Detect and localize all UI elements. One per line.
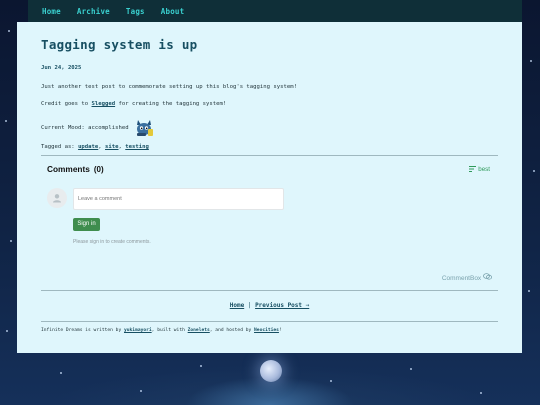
sort-dropdown[interactable]: best [469,166,490,173]
accomplished-creature-icon [133,118,155,138]
sort-icon [469,166,477,172]
post-navigation: Home | Previous Post ⇒ [41,302,498,309]
tag-site-link[interactable]: site [105,144,118,150]
comments-header: Comments (0) best [41,164,498,174]
slegged-link[interactable]: Slegged [92,101,116,107]
post-paragraph-1: Just another test post to commemorate se… [41,84,297,90]
moon-image [260,360,282,382]
comment-input[interactable] [73,188,284,210]
site-footer: Infinite Dreams is written by yukimayori… [41,328,498,333]
nav-archive-link[interactable]: Archive [77,7,110,16]
avatar [47,188,67,208]
comments-count: (0) [93,164,104,174]
footer-text-1: Infinite Dreams is written by [41,327,124,333]
nav-tags-link[interactable]: Tags [126,7,145,16]
user-icon [53,194,61,203]
sort-label: best [478,165,490,173]
divider [41,320,498,322]
sign-in-button[interactable]: Sign in [73,217,100,231]
home-link[interactable]: Home [230,302,244,309]
footer-text-4: ! [278,327,282,333]
zonelets-link[interactable]: Zonelets [188,328,210,333]
commentbox-logo-icon [483,272,492,280]
mood-label: Current Mood: accomplished [41,125,129,131]
comment-compose [41,188,498,210]
divider [41,289,498,291]
tag-testing-link[interactable]: testing [125,144,149,150]
previous-post-link[interactable]: Previous Post ⇒ [255,302,309,309]
comments-title: Comments [47,164,90,174]
post-date: Jun 24, 2025 [41,65,82,71]
sign-in-note: Please sign in to create comments. [73,238,151,245]
commentbox-label: CommentBox [441,274,482,282]
tagged-label: Tagged as: [41,144,75,150]
tag-update-link[interactable]: update [78,144,98,150]
post-paragraph-2: Credit goes to Slegged for creating the … [41,101,498,107]
commentbox-brand[interactable]: CommentBox [41,272,498,282]
tags-row: Tagged as: update, site, testing [41,144,149,150]
neocities-link[interactable]: Neocities [254,328,279,333]
nav-home-link[interactable]: Home [42,7,61,16]
nav-about-link[interactable]: About [161,7,185,16]
mood-row: Current Mood: accomplished [41,118,498,138]
divider [41,155,498,156]
post-title: Tagging system is up [41,37,198,52]
post-container: Tagging system is up Jun 24, 2025 Just a… [17,22,522,353]
postnav-separator: | [247,301,252,309]
comments-section: Comments (0) best Sign in Please si [41,164,498,282]
top-nav: Home Archive Tags About [28,0,522,22]
credit-text-pre: Credit goes to [41,101,92,107]
footer-text-2: , built with [151,327,188,333]
credit-text-post: for creating the tagging system! [115,101,227,107]
author-link[interactable]: yukimayori [124,328,152,333]
footer-text-3: , and hosted by [209,327,255,333]
